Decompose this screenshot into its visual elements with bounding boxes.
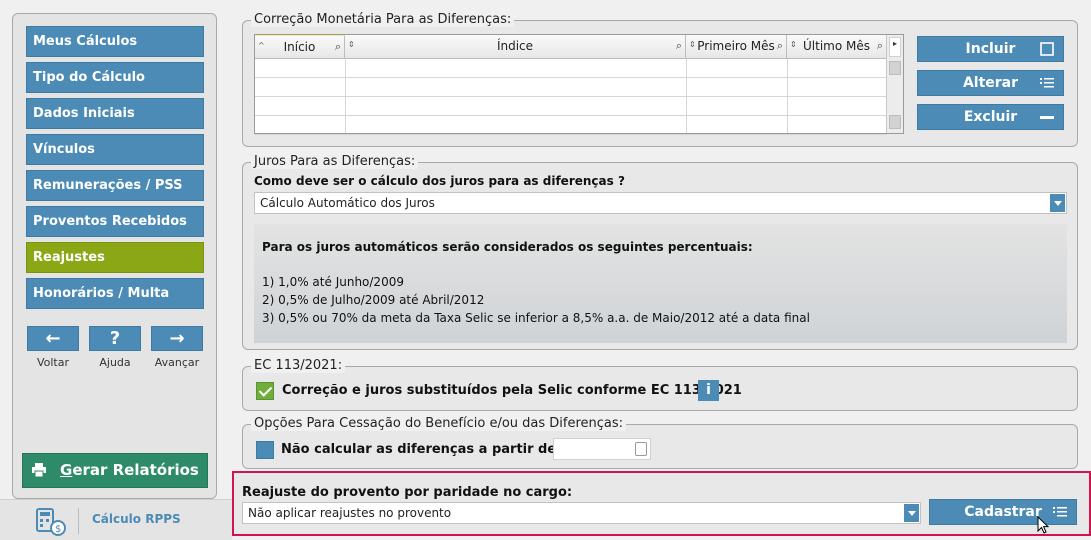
column-header-primeiro-mes[interactable]: ⇕ Primeiro Mês ⌕ — [686, 35, 787, 59]
delete-label: Excluir — [963, 109, 1018, 125]
sidebar-item-dados-iniciais[interactable]: Dados Iniciais — [26, 98, 204, 129]
printer-icon — [32, 463, 46, 477]
reajuste-section: Reajuste do provento por paridade no car… — [232, 471, 1091, 536]
minus-icon — [1040, 116, 1054, 119]
cessacao-checkbox-label: Não calcular as diferenças a partir de — [281, 442, 557, 457]
selic-checkbox[interactable] — [256, 382, 274, 400]
dropdown-arrow-icon[interactable] — [1050, 194, 1065, 212]
juros-info-heading: Para os juros automáticos serão consider… — [262, 240, 753, 254]
help-label: Ajuda — [99, 356, 131, 369]
sidebar: Meus Cálculos Tipo do Cálculo Dados Inic… — [0, 0, 232, 540]
calculator-money-icon: $ — [36, 508, 66, 536]
reajuste-select[interactable]: Não aplicar reajustes no provento — [242, 502, 921, 524]
info-icon[interactable]: i — [698, 380, 719, 401]
brand-footer: $ Cálculo RPPS — [0, 499, 232, 540]
generate-reports-label: Gerar Relatórios — [60, 461, 199, 479]
scroll-thumb-top[interactable] — [889, 61, 901, 75]
column-label: Último Mês — [803, 39, 870, 53]
selic-checkbox-label: Correção e juros substituídos pela Selic… — [282, 383, 742, 398]
correcao-legend: Correção Monetária Para as Diferenças: — [251, 12, 515, 27]
list-icon — [1053, 507, 1067, 517]
column-header-ultimo-mes[interactable]: ⇕ Último Mês ⌕ — [787, 35, 887, 59]
grid-scrollbar[interactable]: ▸ — [886, 35, 903, 133]
filter-search-icon[interactable]: ⌕ — [676, 35, 682, 57]
column-header-inicio[interactable]: ^ Início ⌕ — [255, 35, 345, 59]
filter-search-icon[interactable]: ⌕ — [877, 35, 883, 57]
juros-info-box: Para os juros automáticos serão consider… — [254, 224, 1067, 343]
alter-button[interactable]: Alterar — [917, 70, 1064, 96]
brand-name: Cálculo RPPS — [92, 512, 181, 526]
column-label: Primeiro Mês — [697, 39, 775, 53]
ec-group: EC 113/2021: Correção e juros substituíd… — [242, 358, 1078, 411]
dropdown-arrow-icon[interactable] — [904, 504, 919, 522]
juros-group: Juros Para as Diferenças: Como deve ser … — [242, 154, 1078, 350]
sidebar-item-remuneracoes-pss[interactable]: Remunerações / PSS — [26, 170, 204, 201]
arrow-right-icon: → — [169, 328, 185, 349]
sidebar-item-vinculos[interactable]: Vínculos — [26, 134, 204, 165]
column-divider — [345, 59, 346, 133]
cessacao-group: Opções Para Cessação do Benefício e/ou d… — [242, 416, 1078, 469]
ec-legend: EC 113/2021: — [251, 358, 346, 373]
back-label: Voltar — [36, 356, 70, 369]
reajuste-label: Reajuste do provento por paridade no car… — [242, 485, 573, 500]
scroll-right-button[interactable]: ▸ — [889, 37, 901, 57]
forward-arrow-button[interactable]: → — [151, 326, 203, 351]
question-mark-icon: ? — [109, 328, 121, 349]
juros-question: Como deve ser o cálculo dos juros para a… — [254, 174, 625, 188]
square-icon — [1040, 42, 1054, 56]
generate-reports-button[interactable]: Gerar Relatórios — [22, 453, 208, 488]
sidebar-item-honorarios-multa[interactable]: Honorários / Multa — [26, 278, 204, 309]
include-label: Incluir — [965, 41, 1016, 57]
sort-icon: ⇕ — [790, 40, 797, 49]
table-row[interactable] — [255, 97, 887, 116]
cessacao-date-input[interactable] — [553, 438, 651, 460]
svg-text:$: $ — [55, 524, 61, 535]
alter-label: Alterar — [962, 75, 1019, 91]
juros-info-line: 3) 0,5% ou 70% da meta da Taxa Selic se … — [262, 311, 810, 325]
filter-search-icon[interactable]: ⌕ — [335, 36, 341, 58]
column-divider — [787, 59, 788, 133]
table-row[interactable] — [255, 78, 887, 97]
sidebar-item-meus-calculos[interactable]: Meus Cálculos — [26, 26, 204, 57]
table-row[interactable] — [255, 59, 887, 78]
sort-asc-icon: ^ — [258, 41, 265, 50]
cadastrar-button[interactable]: Cadastrar — [929, 499, 1077, 525]
arrow-left-icon: ← — [45, 328, 61, 349]
juros-select-value: Cálculo Automático dos Juros — [260, 196, 435, 210]
back-arrow-button[interactable]: ← — [27, 326, 79, 351]
brand-separator — [78, 508, 79, 534]
cessacao-checkbox[interactable] — [256, 441, 274, 459]
column-header-indice[interactable]: ⇕ Índice ⌕ — [345, 35, 686, 59]
juros-info-line: 1) 1,0% até Junho/2009 — [262, 275, 404, 289]
sidebar-item-reajustes[interactable]: Reajustes — [26, 242, 204, 273]
scroll-thumb-bottom[interactable] — [889, 115, 901, 129]
table-row[interactable] — [255, 116, 887, 135]
juros-legend: Juros Para as Diferenças: — [251, 154, 419, 169]
calendar-icon[interactable] — [635, 442, 647, 456]
column-label: Índice — [496, 39, 534, 53]
list-icon — [1040, 78, 1054, 88]
sidebar-item-proventos-recebidos[interactable]: Proventos Recebidos — [26, 206, 204, 237]
cadastrar-label: Cadastrar — [964, 504, 1042, 520]
sidebar-item-tipo-do-calculo[interactable]: Tipo do Cálculo — [26, 62, 204, 93]
juros-select[interactable]: Cálculo Automático dos Juros — [254, 192, 1067, 214]
reajuste-select-value: Não aplicar reajustes no provento — [248, 506, 452, 520]
mouse-cursor-icon — [1037, 516, 1050, 534]
sort-icon: ⇕ — [689, 40, 696, 49]
juros-info-line: 2) 0,5% de Julho/2009 até Abril/2012 — [262, 293, 485, 307]
delete-button[interactable]: Excluir — [917, 104, 1064, 130]
forward-label: Avançar — [154, 356, 200, 369]
column-label: Início — [283, 40, 316, 54]
sort-icon: ⇕ — [348, 40, 355, 49]
filter-search-icon[interactable]: ⌕ — [777, 35, 783, 57]
correcao-grid: ^ Início ⌕ ⇕ Índice ⌕ ⇕ Primeiro Mês ⌕ ⇕… — [254, 34, 904, 135]
cessacao-legend: Opções Para Cessação do Benefício e/ou d… — [251, 416, 627, 431]
include-button[interactable]: Incluir — [917, 36, 1064, 62]
column-divider — [686, 59, 687, 133]
help-button[interactable]: ? — [89, 326, 141, 351]
caret-right-icon: ▸ — [893, 39, 898, 48]
